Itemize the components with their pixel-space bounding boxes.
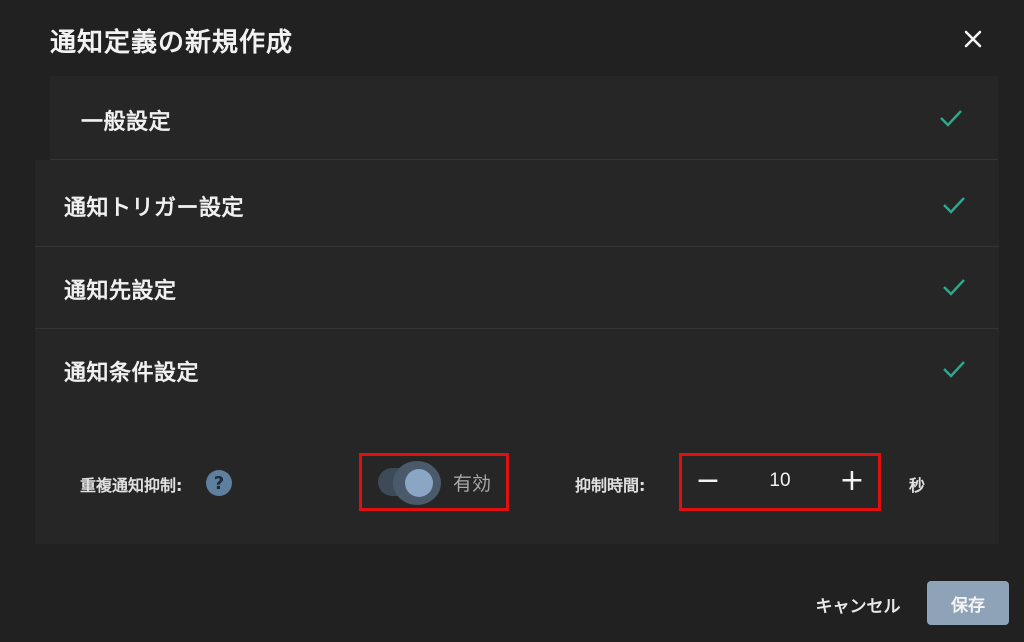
section-trigger-label: 通知トリガー設定 (64, 196, 245, 221)
toggle-knob[interactable] (405, 469, 433, 497)
check-icon (943, 361, 965, 378)
section-trigger[interactable]: 通知トリガー設定 (35, 160, 999, 247)
close-icon (964, 30, 982, 48)
section-destination-label: 通知先設定 (64, 279, 177, 304)
create-notification-dialog: 通知定義の新規作成 一般設定 通知トリガー設定 通知先設定 通知条件設定 重複通… (0, 0, 1024, 642)
check-icon (943, 197, 965, 214)
help-icon[interactable]: ? (206, 470, 232, 496)
increment-button[interactable]: + (834, 463, 870, 499)
decrement-button[interactable]: − (690, 463, 726, 499)
check-icon (940, 110, 962, 127)
section-general[interactable]: 一般設定 (50, 76, 998, 160)
duplicate-suppression-label: 重複通知抑制: (80, 476, 183, 495)
save-button[interactable]: 保存 (927, 581, 1009, 625)
section-condition: 通知条件設定 (35, 329, 999, 544)
suppression-time-label: 抑制時間: (575, 476, 646, 495)
seconds-unit-label: 秒 (909, 476, 926, 495)
section-destination[interactable]: 通知先設定 (35, 247, 999, 329)
toggle-state-label: 有効 (453, 473, 492, 495)
section-general-label: 一般設定 (81, 110, 172, 135)
check-icon (943, 279, 965, 296)
dialog-title: 通知定義の新規作成 (50, 28, 294, 58)
close-button[interactable] (958, 24, 988, 54)
suppression-time-value[interactable]: 10 (752, 470, 808, 492)
section-condition-label[interactable]: 通知条件設定 (64, 355, 199, 387)
cancel-button[interactable]: キャンセル (800, 583, 916, 625)
